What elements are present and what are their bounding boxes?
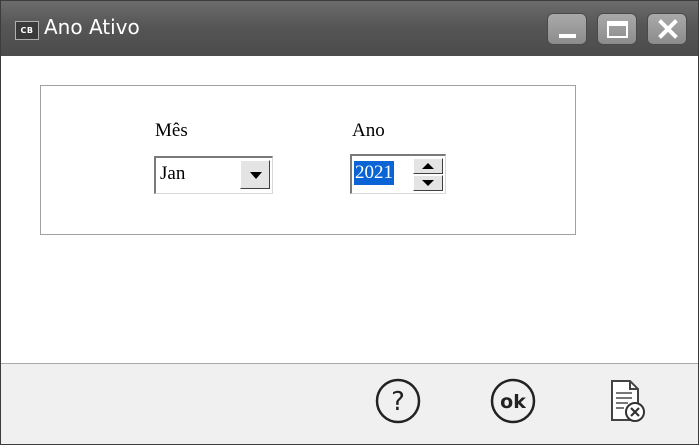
month-dropdown-button[interactable]: [240, 160, 270, 189]
app-icon[interactable]: CB: [15, 21, 39, 40]
dialog-window: CB Ano Ativo Mês Ano Jan 2021 ? ok: [0, 0, 699, 445]
arrow-up-icon: [422, 163, 434, 169]
help-button[interactable]: ?: [373, 376, 423, 426]
month-select[interactable]: Jan: [154, 156, 273, 194]
button-bar: ? ok: [1, 363, 698, 444]
title-bar[interactable]: CB Ano Ativo: [1, 1, 698, 56]
ok-glyph: ok: [500, 391, 526, 413]
help-icon: ?: [375, 378, 421, 424]
month-select-value: Jan: [160, 163, 186, 184]
year-spinner-value[interactable]: 2021: [354, 161, 394, 185]
month-label: Mês: [155, 120, 188, 141]
close-button[interactable]: [647, 13, 687, 45]
year-decrement-button[interactable]: [413, 175, 443, 191]
minimize-button[interactable]: [547, 13, 587, 45]
maximize-icon: [607, 21, 628, 38]
maximize-button[interactable]: [597, 13, 637, 45]
form-panel: Mês Ano Jan 2021: [40, 85, 576, 235]
help-glyph: ?: [391, 387, 405, 417]
year-spinner-buttons: [413, 158, 443, 191]
year-spinner[interactable]: 2021: [350, 154, 446, 194]
year-label: Ano: [352, 120, 385, 141]
ok-icon: ok: [490, 378, 536, 424]
close-icon: [658, 19, 678, 39]
window-title: Ano Ativo: [44, 15, 140, 39]
cancel-document-icon: [611, 380, 645, 422]
arrow-down-icon: [422, 180, 434, 186]
ok-button[interactable]: ok: [488, 376, 538, 426]
year-increment-button[interactable]: [413, 158, 443, 174]
minimize-icon: [559, 34, 576, 38]
cancel-button[interactable]: [600, 376, 650, 426]
chevron-down-icon: [250, 172, 262, 179]
